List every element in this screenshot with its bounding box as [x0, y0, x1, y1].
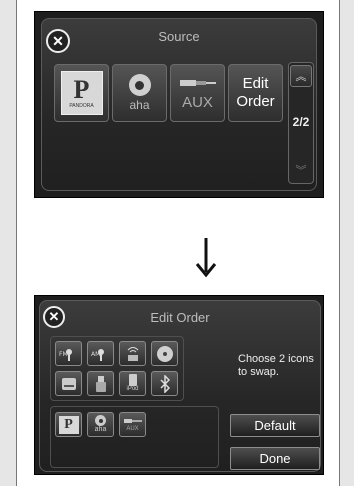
source-icon-grid: FM AM iPod: [50, 336, 184, 401]
page-scroller: ︽ 2/2 ︾: [288, 62, 314, 184]
disc-icon[interactable]: [151, 341, 178, 366]
pandora-letter: P: [73, 75, 90, 104]
aux-icon[interactable]: AUX: [119, 412, 146, 437]
pandora-caption: PANDORA: [69, 103, 94, 109]
edit-order-button[interactable]: Edit Order: [228, 64, 283, 122]
hdd-icon[interactable]: [55, 371, 82, 396]
bluetooth-icon[interactable]: [151, 371, 178, 396]
arrow-down-icon: [195, 238, 217, 278]
source-screen: ✕ Source P PANDORA aha AUX Edit Order ︽ …: [34, 11, 324, 198]
fm-radio-icon[interactable]: FM: [55, 341, 82, 366]
usb-icon[interactable]: [87, 371, 114, 396]
source-panel: ✕ Source P PANDORA aha AUX Edit Order ︽ …: [41, 18, 317, 191]
aux-icon[interactable]: AUX: [170, 64, 225, 122]
page-indicator: 2/2: [292, 115, 310, 129]
edit-label-line2: Order: [236, 93, 275, 110]
done-button[interactable]: Done: [230, 447, 320, 470]
svg-text:AM: AM: [91, 351, 100, 358]
manual-frame: ✕ Source P PANDORA aha AUX Edit Order ︽ …: [16, 0, 340, 486]
double-chevron-down-icon[interactable]: ︾: [290, 159, 312, 181]
pandora-letter: P: [58, 415, 79, 434]
instruction-text: Choose 2 icons to swap.: [238, 353, 314, 378]
pandora-icon[interactable]: P PANDORA: [54, 64, 109, 122]
screen-title: Edit Order: [150, 310, 210, 325]
edit-order-screen: ✕ Edit Order FM AM iPod P aha AUX Choose…: [34, 295, 324, 475]
pandora-icon[interactable]: P: [55, 412, 82, 437]
edit-order-panel: ✕ Edit Order FM AM iPod P aha AUX Choose…: [39, 300, 321, 472]
ipod-caption: iPod: [126, 386, 139, 392]
ipod-icon[interactable]: iPod: [119, 371, 146, 396]
default-button[interactable]: Default: [230, 414, 320, 437]
aha-icon[interactable]: aha: [112, 64, 167, 122]
edit-label-line1: Edit: [242, 75, 269, 92]
am-radio-icon[interactable]: AM: [87, 341, 114, 366]
aha-caption: aha: [129, 98, 150, 112]
aha-caption: aha: [94, 426, 107, 433]
xm-radio-icon[interactable]: [119, 341, 146, 366]
double-chevron-up-icon[interactable]: ︽: [290, 65, 312, 87]
aux-caption: AUX: [182, 93, 213, 111]
screen-title: Source: [158, 29, 200, 44]
source-order-row: P aha AUX: [50, 406, 219, 468]
aux-caption: AUX: [126, 425, 139, 432]
svg-text:FM: FM: [59, 351, 68, 358]
aha-icon[interactable]: aha: [87, 412, 114, 437]
